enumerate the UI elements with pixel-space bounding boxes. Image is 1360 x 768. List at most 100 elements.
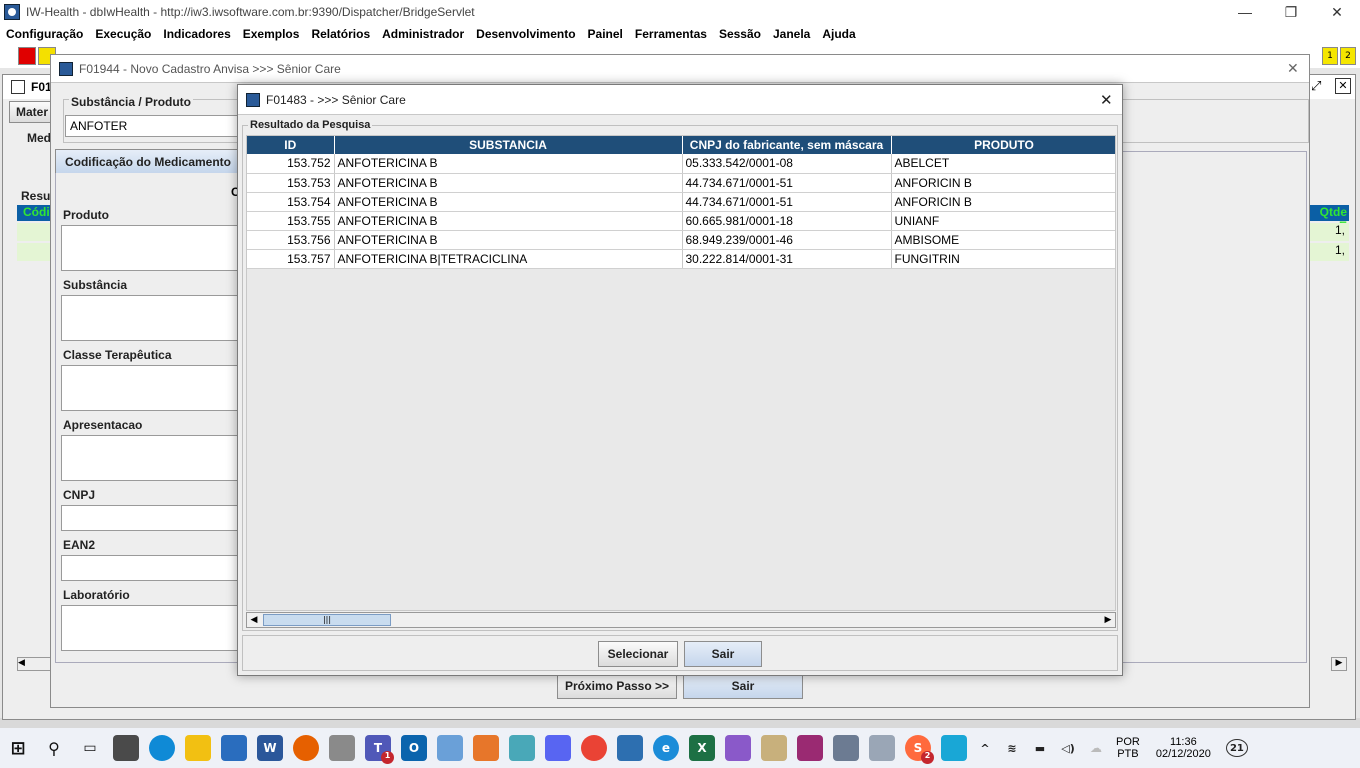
menu-desenvolvimento[interactable]: Desenvolvimento <box>476 27 575 41</box>
menu-configuracao[interactable]: Configuração <box>6 27 83 41</box>
menu-ferramentas[interactable]: Ferramentas <box>635 27 707 41</box>
firefox-icon[interactable] <box>293 735 319 761</box>
field-laboratorio[interactable] <box>61 605 241 651</box>
scroll-left-icon[interactable]: ◀ <box>247 613 261 627</box>
tab-codificacao[interactable]: Codificação do Medicamento <box>55 149 241 173</box>
monitor-icon[interactable] <box>869 735 895 761</box>
col-id[interactable]: ID <box>247 136 335 154</box>
virtualbox-icon[interactable] <box>833 735 859 761</box>
cell-id: 153.757 <box>247 249 335 269</box>
photos-icon[interactable] <box>617 735 643 761</box>
discord-icon[interactable] <box>545 735 571 761</box>
toolbar-badge-1[interactable]: 1 <box>1322 47 1338 65</box>
explorer-icon[interactable] <box>185 735 211 761</box>
menu-execucao[interactable]: Execução <box>95 27 151 41</box>
toolbar-red-button[interactable] <box>18 47 36 65</box>
menu-relatorios[interactable]: Relatórios <box>311 27 370 41</box>
outlook-icon[interactable]: O <box>401 735 427 761</box>
maximize-icon[interactable]: ⤢ <box>1311 79 1321 94</box>
cadastro-close-icon[interactable]: ✕ <box>1287 60 1299 77</box>
selecionar-button[interactable]: Selecionar <box>598 641 678 667</box>
dialog-sair-button[interactable]: Sair <box>684 641 762 667</box>
table-row[interactable]: 153.755 ANFOTERICINA B 60.665.981/0001-18 U… <box>247 211 1115 231</box>
proximo-passo-button[interactable]: Próximo Passo >> <box>557 673 677 699</box>
dialog-titlebar: F01483 - >>> Sênior Care ✕ <box>238 85 1122 115</box>
menu-exemplos[interactable]: Exemplos <box>243 27 300 41</box>
search-icon[interactable]: ⚲ <box>41 735 67 761</box>
wifi-icon[interactable]: ≋ <box>1003 735 1021 761</box>
cell-produto: ANFORICIN B <box>891 173 1115 193</box>
horizontal-scrollbar[interactable]: ◀ ||| ▶ <box>246 612 1116 628</box>
col-produto[interactable]: PRODUTO <box>891 136 1115 154</box>
cell-id: 153.752 <box>247 154 335 174</box>
word-icon[interactable]: W <box>257 735 283 761</box>
skype-icon[interactable]: S2 <box>905 735 934 764</box>
app-icon-blue[interactable] <box>941 735 967 761</box>
chrome-icon[interactable] <box>581 735 607 761</box>
substancia-produto-label: Substância / Produto <box>69 95 194 109</box>
notes-icon[interactable] <box>509 735 535 761</box>
field-ean2[interactable] <box>61 555 241 581</box>
menu-painel[interactable]: Painel <box>588 27 623 41</box>
start-icon[interactable]: ⊞ <box>5 735 31 761</box>
java-icon[interactable] <box>473 735 499 761</box>
store-icon[interactable] <box>113 735 139 761</box>
chevron-up-icon[interactable]: ^ <box>977 735 993 761</box>
menu-administrador[interactable]: Administrador <box>382 27 464 41</box>
close-button[interactable]: ✕ <box>1314 0 1360 24</box>
scroll-thumb[interactable]: ||| <box>263 614 391 626</box>
tool-icon[interactable] <box>329 735 355 761</box>
table-row[interactable]: 153.756 ANFOTERICINA B 68.949.239/0001-46 A… <box>247 230 1115 250</box>
taskbar: ⊞ ⚲ ▭ W T1 O e X S2 ^ ≋ ▬ ◁) ☁ POR PTB 1… <box>0 728 1360 768</box>
menu-ajuda[interactable]: Ajuda <box>822 27 855 41</box>
remote-icon[interactable] <box>437 735 463 761</box>
volume-icon[interactable]: ◁) <box>1059 735 1077 761</box>
substancia-produto-input[interactable]: ANFOTER <box>65 115 265 137</box>
restore-button[interactable]: ❐ <box>1268 0 1314 24</box>
field-apresentacao[interactable] <box>61 435 241 481</box>
label-classe-terapeutica: Classe Terapêutica <box>61 348 174 362</box>
excel-icon[interactable]: X <box>689 735 715 761</box>
table-row[interactable]: 153.752 ANFOTERICINA B 05.333.542/0001-08 A… <box>247 154 1115 174</box>
bg-scroll-right[interactable]: ▶ <box>1331 657 1347 671</box>
bg-scroll-left[interactable]: ◀ <box>17 657 53 671</box>
battery-icon[interactable]: ▬ <box>1031 735 1049 761</box>
col-cnpj[interactable]: CNPJ do fabricante, sem máscara <box>682 136 892 154</box>
table-row[interactable]: 153.754 ANFOTERICINA B 44.734.671/0001-51 A… <box>247 192 1115 212</box>
minimize-button[interactable]: — <box>1222 0 1268 24</box>
col-substancia[interactable]: SUBSTANCIA <box>334 136 683 154</box>
field-substancia[interactable] <box>61 295 241 341</box>
close-icon[interactable]: ✕ <box>1335 78 1351 94</box>
teams-icon[interactable]: T1 <box>365 735 394 764</box>
notification-icon[interactable]: 21 <box>1225 739 1248 757</box>
mail-icon[interactable] <box>221 735 247 761</box>
field-classe-terapeutica[interactable] <box>61 365 241 411</box>
cell-cnpj: 30.222.814/0001-31 <box>682 249 892 269</box>
visual-studio-icon[interactable] <box>725 735 751 761</box>
winrar-icon[interactable] <box>797 735 823 761</box>
toolbar-badge-2[interactable]: 2 <box>1340 47 1356 65</box>
cell-id: 153.753 <box>247 173 335 193</box>
table-row[interactable]: 153.757 ANFOTERICINA B|TETRACICLINA 30.222… <box>247 249 1115 269</box>
menu-indicadores[interactable]: Indicadores <box>163 27 230 41</box>
field-cnpj[interactable] <box>61 505 241 531</box>
lang-line2: PTB <box>1117 748 1139 760</box>
dialog-close-icon[interactable]: ✕ <box>1100 91 1113 109</box>
label-laboratorio: Laboratório <box>61 588 132 602</box>
paint-icon[interactable] <box>761 735 787 761</box>
cadastro-sair-button[interactable]: Sair <box>683 673 803 699</box>
scroll-right-icon[interactable]: ▶ <box>1101 613 1115 627</box>
edge-icon[interactable] <box>149 735 175 761</box>
task-view-icon[interactable]: ▭ <box>77 735 103 761</box>
clock[interactable]: 11:36 02/12/2020 <box>1156 736 1211 760</box>
table-row[interactable]: 153.753 ANFOTERICINA B 44.734.671/0001-51 A… <box>247 173 1115 193</box>
menu-janela[interactable]: Janela <box>773 27 810 41</box>
field-produto[interactable] <box>61 225 241 271</box>
cell-cnpj: 05.333.542/0001-08 <box>682 154 892 174</box>
tab-mater[interactable]: Mater <box>9 101 55 123</box>
language-indicator[interactable]: POR PTB <box>1116 736 1140 760</box>
label-apresentacao: Apresentacao <box>61 418 145 432</box>
menu-sessao[interactable]: Sessão <box>719 27 761 41</box>
cloud-icon[interactable]: ☁ <box>1087 735 1105 761</box>
ie-icon[interactable]: e <box>653 735 679 761</box>
